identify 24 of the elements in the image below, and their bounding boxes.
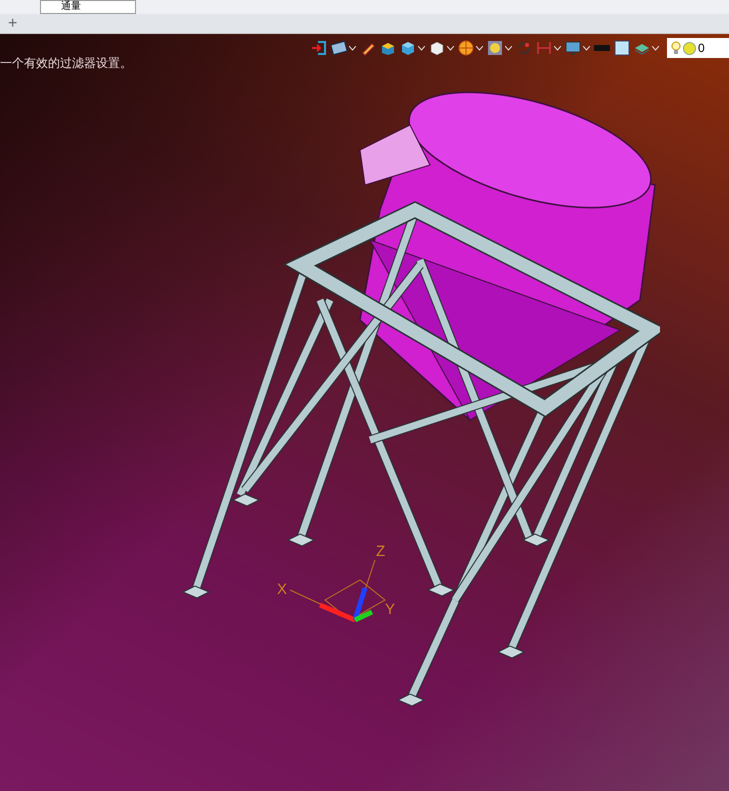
lightbulb-icon [671, 41, 681, 55]
caret-icon[interactable] [476, 46, 483, 50]
square-icon[interactable] [614, 40, 630, 56]
caret-icon[interactable] [583, 46, 590, 50]
axis-label: X [277, 581, 288, 598]
box-icon[interactable] [380, 40, 396, 56]
caret-icon[interactable] [505, 46, 512, 50]
axis-label: Z [376, 543, 386, 560]
layer-field[interactable]: 0 [667, 38, 729, 58]
caret-icon[interactable] [447, 46, 454, 50]
axis-label: Y [385, 601, 396, 618]
caret-icon[interactable] [418, 46, 425, 50]
status-message: 一个有效的过滤器设置。 [0, 55, 132, 72]
caret-icon[interactable] [554, 46, 561, 50]
sphere-icon[interactable] [458, 40, 474, 56]
add-tab-button[interactable]: + [8, 16, 18, 32]
caret-icon[interactable] [652, 46, 659, 50]
exit-icon[interactable] [311, 40, 327, 56]
display-icon[interactable] [565, 40, 581, 56]
caret-icon[interactable] [349, 46, 356, 50]
input-field[interactable]: 通量 [40, 0, 136, 14]
cube-icon[interactable] [400, 40, 416, 56]
circle-icon [683, 42, 696, 54]
cube-icon[interactable] [429, 40, 445, 56]
